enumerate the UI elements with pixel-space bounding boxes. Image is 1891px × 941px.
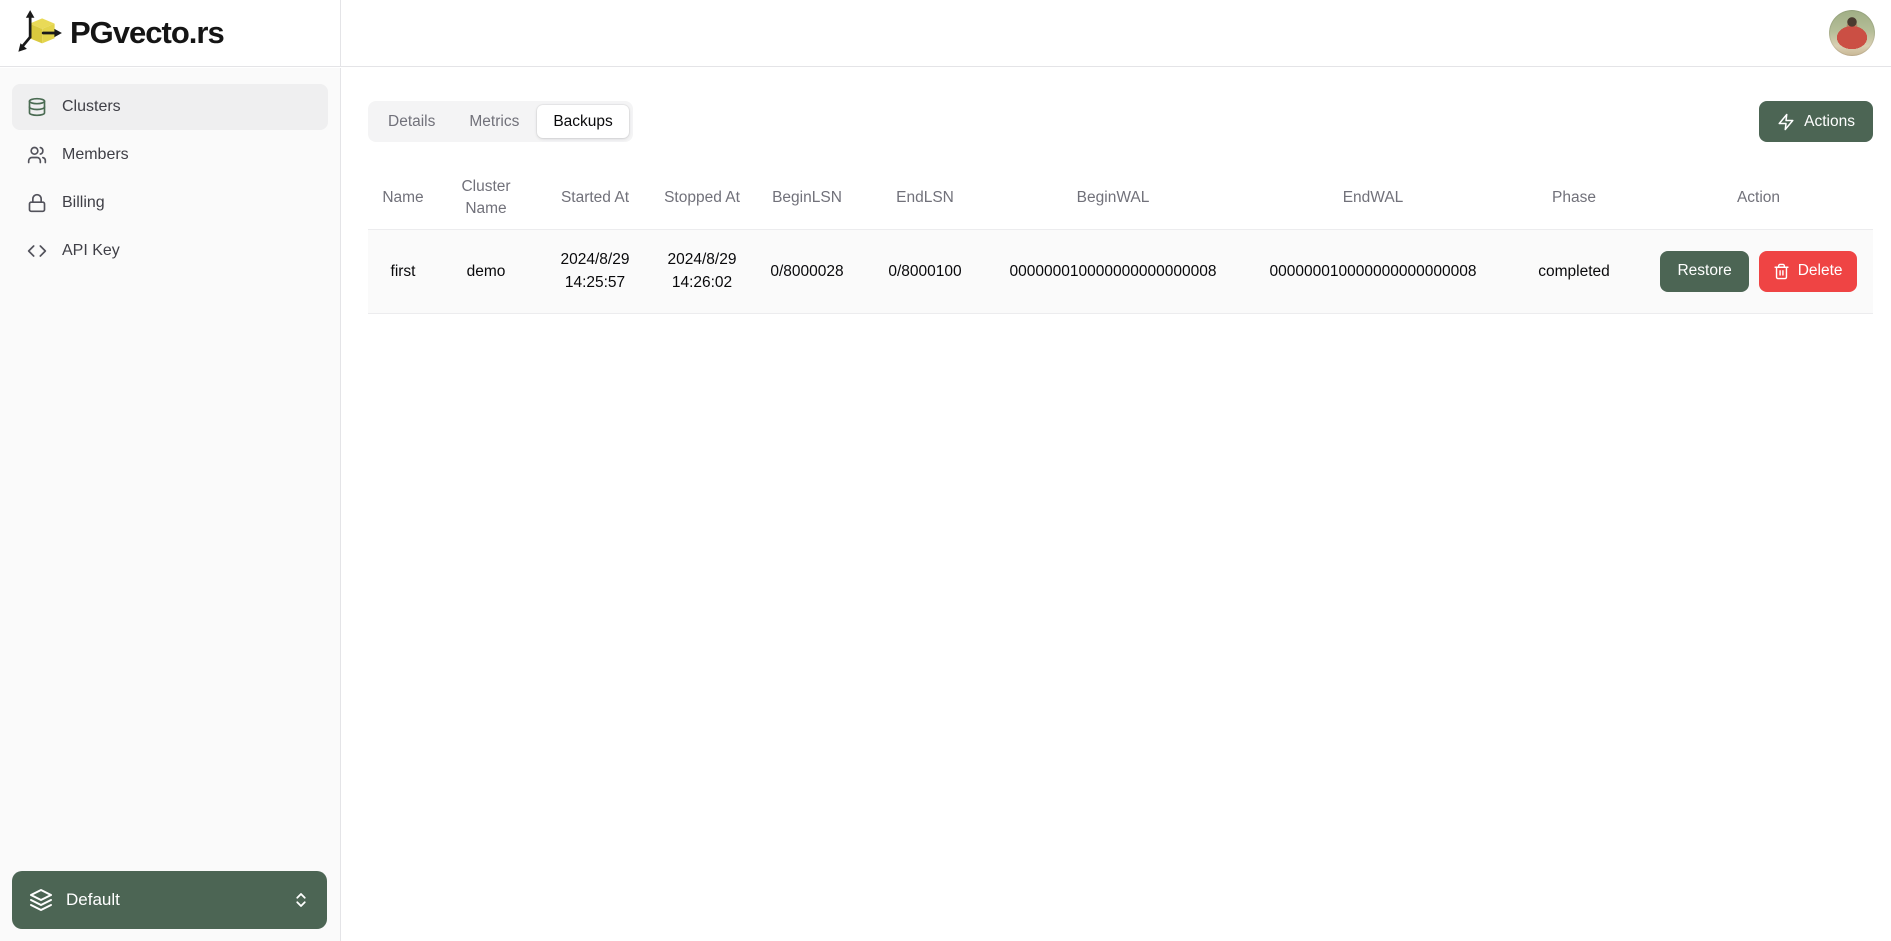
col-stopped-at: Stopped At: [656, 168, 748, 229]
app-title: PGvecto.rs: [70, 15, 224, 51]
sidebar-item-label: Members: [62, 146, 129, 164]
tab-backups[interactable]: Backups: [537, 105, 628, 138]
sidebar: Clusters Members Billing: [0, 68, 341, 941]
header-actions: [341, 0, 1891, 66]
workspace-label: Default: [66, 890, 120, 910]
main-content: Details Metrics Backups Actions Name Clu…: [342, 68, 1891, 941]
tab-details[interactable]: Details: [372, 105, 451, 138]
sidebar-item-api-key[interactable]: API Key: [12, 228, 328, 274]
actions-button[interactable]: Actions: [1759, 101, 1873, 142]
cell-name: first: [368, 229, 438, 313]
table-header-row: Name Cluster Name Started At Stopped At …: [368, 168, 1873, 229]
users-icon: [27, 145, 47, 165]
delete-button-label: Delete: [1798, 262, 1843, 280]
col-action: Action: [1644, 168, 1873, 229]
pgvectors-logo-icon: [14, 8, 64, 58]
cell-begin-wal: 000000010000000000000008: [984, 229, 1242, 313]
cell-stopped-at: 2024/8/29 14:26:02: [656, 229, 748, 313]
sidebar-item-label: Clusters: [62, 98, 121, 116]
col-begin-lsn: BeginLSN: [748, 168, 866, 229]
col-cluster-name: Cluster Name: [438, 168, 534, 229]
restore-button[interactable]: Restore: [1660, 251, 1748, 292]
lock-icon: [27, 193, 47, 213]
top-header: PGvecto.rs: [0, 0, 1891, 67]
cell-action: Restore Delete: [1644, 229, 1873, 313]
layers-icon: [29, 888, 53, 912]
tab-list: Details Metrics Backups: [368, 101, 633, 142]
col-phase: Phase: [1504, 168, 1644, 229]
table-row: first demo 2024/8/29 14:25:57 2024/8/29 …: [368, 229, 1873, 313]
delete-button[interactable]: Delete: [1759, 251, 1857, 292]
database-icon: [27, 97, 47, 117]
cell-started-at: 2024/8/29 14:25:57: [534, 229, 656, 313]
chevrons-up-down-icon: [292, 891, 310, 909]
bolt-icon: [1777, 113, 1795, 131]
sidebar-item-billing[interactable]: Billing: [12, 180, 328, 226]
sidebar-item-label: API Key: [62, 242, 120, 260]
user-avatar[interactable]: [1829, 10, 1875, 56]
cell-cluster-name: demo: [438, 229, 534, 313]
sidebar-item-label: Billing: [62, 194, 105, 212]
cell-begin-lsn: 0/8000028: [748, 229, 866, 313]
col-begin-wal: BeginWAL: [984, 168, 1242, 229]
col-name: Name: [368, 168, 438, 229]
col-started-at: Started At: [534, 168, 656, 229]
cell-phase: completed: [1504, 229, 1644, 313]
logo: PGvecto.rs: [0, 0, 341, 66]
toolbar: Details Metrics Backups Actions: [368, 101, 1873, 142]
workspace-switcher[interactable]: Default: [12, 871, 327, 929]
cell-end-lsn: 0/8000100: [866, 229, 984, 313]
col-end-wal: EndWAL: [1242, 168, 1504, 229]
trash-icon: [1773, 263, 1790, 280]
sidebar-item-clusters[interactable]: Clusters: [12, 84, 328, 130]
code-icon: [27, 241, 47, 261]
cell-end-wal: 000000010000000000000008: [1242, 229, 1504, 313]
actions-button-label: Actions: [1804, 113, 1855, 131]
sidebar-item-members[interactable]: Members: [12, 132, 328, 178]
tab-metrics[interactable]: Metrics: [453, 105, 535, 138]
backups-table: Name Cluster Name Started At Stopped At …: [368, 168, 1873, 314]
col-end-lsn: EndLSN: [866, 168, 984, 229]
